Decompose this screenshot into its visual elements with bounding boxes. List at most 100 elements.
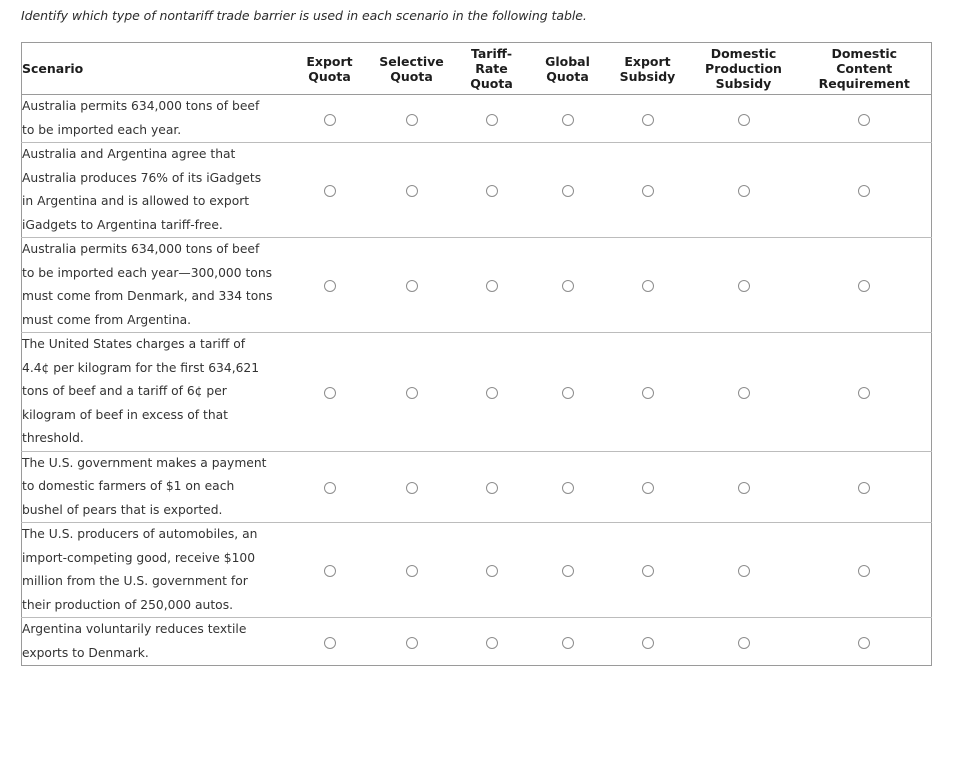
radio-button-global-quota[interactable] [561,565,574,577]
radio-button-domestic-production-subsidy[interactable] [737,386,750,399]
radio-cell-export-quota[interactable] [290,523,370,618]
radio-button-domestic-content-requirement[interactable] [858,565,871,577]
radio-button-export-quota[interactable] [323,113,336,126]
radio-button-domestic-production-subsidy[interactable] [737,280,750,292]
radio-cell-selective-quota[interactable] [370,238,454,333]
radio-cell-export-subsidy[interactable] [606,95,690,143]
radio-cell-selective-quota[interactable] [370,451,454,523]
radio-button-export-subsidy[interactable] [641,113,654,126]
radio-cell-domestic-content-requirement[interactable] [798,523,932,618]
radio-cell-export-subsidy[interactable] [606,618,690,666]
radio-cell-export-subsidy[interactable] [606,523,690,618]
radio-cell-global-quota[interactable] [530,451,606,523]
radio-button-tariff-rate-quota[interactable] [485,565,498,577]
radio-button-domestic-content-requirement[interactable] [858,185,871,197]
radio-button-global-quota[interactable] [561,113,574,126]
radio-button-selective-quota[interactable] [405,636,418,649]
radio-button-selective-quota[interactable] [405,565,418,577]
radio-cell-export-quota[interactable] [290,333,370,452]
radio-cell-tariff-rate-quota[interactable] [454,95,530,143]
radio-button-export-quota[interactable] [323,280,336,292]
radio-button-domestic-production-subsidy[interactable] [737,636,750,649]
radio-button-domestic-content-requirement[interactable] [858,280,871,292]
radio-button-tariff-rate-quota[interactable] [485,185,498,197]
radio-button-export-quota[interactable] [323,185,336,197]
radio-cell-tariff-rate-quota[interactable] [454,333,530,452]
radio-button-tariff-rate-quota[interactable] [485,113,498,126]
radio-button-tariff-rate-quota[interactable] [485,280,498,292]
radio-button-domestic-content-requirement[interactable] [858,113,871,126]
radio-button-export-subsidy[interactable] [641,185,654,197]
radio-button-export-subsidy[interactable] [641,386,654,399]
radio-button-selective-quota[interactable] [405,386,418,399]
radio-cell-export-subsidy[interactable] [606,333,690,452]
radio-button-domestic-production-subsidy[interactable] [737,113,750,126]
radio-cell-selective-quota[interactable] [370,523,454,618]
radio-button-export-subsidy[interactable] [641,481,654,494]
radio-button-tariff-rate-quota[interactable] [485,636,498,649]
radio-cell-selective-quota[interactable] [370,95,454,143]
radio-button-tariff-rate-quota[interactable] [485,386,498,399]
radio-button-export-subsidy[interactable] [641,636,654,649]
radio-cell-domestic-content-requirement[interactable] [798,451,932,523]
radio-button-domestic-production-subsidy[interactable] [737,565,750,577]
radio-button-domestic-content-requirement[interactable] [858,636,871,649]
radio-cell-export-quota[interactable] [290,451,370,523]
radio-button-selective-quota[interactable] [405,185,418,197]
radio-cell-selective-quota[interactable] [370,618,454,666]
radio-button-global-quota[interactable] [561,481,574,494]
radio-cell-selective-quota[interactable] [370,333,454,452]
radio-cell-tariff-rate-quota[interactable] [454,523,530,618]
radio-button-export-quota[interactable] [323,481,336,494]
radio-cell-domestic-content-requirement[interactable] [798,95,932,143]
radio-button-tariff-rate-quota[interactable] [485,481,498,494]
radio-cell-domestic-production-subsidy[interactable] [690,618,798,666]
radio-cell-global-quota[interactable] [530,523,606,618]
radio-button-domestic-production-subsidy[interactable] [737,481,750,494]
radio-cell-domestic-production-subsidy[interactable] [690,523,798,618]
radio-cell-domestic-production-subsidy[interactable] [690,451,798,523]
radio-button-domestic-production-subsidy[interactable] [737,185,750,197]
radio-cell-domestic-content-requirement[interactable] [798,238,932,333]
radio-button-export-subsidy[interactable] [641,565,654,577]
radio-cell-export-quota[interactable] [290,618,370,666]
radio-button-export-quota[interactable] [323,386,336,399]
radio-cell-global-quota[interactable] [530,618,606,666]
radio-button-domestic-content-requirement[interactable] [858,481,871,494]
column-header-scenario: Scenario [22,61,84,76]
radio-button-domestic-content-requirement[interactable] [858,386,871,399]
table-row: Australia and Argentina agree that Austra… [21,143,932,238]
radio-button-selective-quota[interactable] [405,481,418,494]
radio-cell-domestic-production-subsidy[interactable] [690,238,798,333]
radio-button-global-quota[interactable] [561,636,574,649]
radio-cell-domestic-content-requirement[interactable] [798,333,932,452]
radio-cell-export-quota[interactable] [290,143,370,238]
radio-cell-tariff-rate-quota[interactable] [454,143,530,238]
radio-cell-domestic-production-subsidy[interactable] [690,143,798,238]
radio-cell-domestic-content-requirement[interactable] [798,618,932,666]
radio-button-selective-quota[interactable] [405,113,418,126]
radio-cell-global-quota[interactable] [530,143,606,238]
radio-cell-tariff-rate-quota[interactable] [454,451,530,523]
radio-cell-global-quota[interactable] [530,333,606,452]
radio-cell-selective-quota[interactable] [370,143,454,238]
radio-button-export-subsidy[interactable] [641,280,654,292]
radio-cell-tariff-rate-quota[interactable] [454,618,530,666]
radio-cell-tariff-rate-quota[interactable] [454,238,530,333]
radio-cell-global-quota[interactable] [530,238,606,333]
radio-button-selective-quota[interactable] [405,280,418,292]
radio-cell-export-quota[interactable] [290,95,370,143]
radio-cell-domestic-content-requirement[interactable] [798,143,932,238]
radio-cell-export-subsidy[interactable] [606,451,690,523]
radio-cell-export-subsidy[interactable] [606,143,690,238]
radio-button-global-quota[interactable] [561,386,574,399]
radio-cell-export-quota[interactable] [290,238,370,333]
radio-cell-domestic-production-subsidy[interactable] [690,333,798,452]
radio-button-export-quota[interactable] [323,636,336,649]
radio-cell-global-quota[interactable] [530,95,606,143]
radio-button-export-quota[interactable] [323,565,336,577]
radio-cell-export-subsidy[interactable] [606,238,690,333]
radio-button-global-quota[interactable] [561,280,574,292]
radio-cell-domestic-production-subsidy[interactable] [690,95,798,143]
radio-button-global-quota[interactable] [561,185,574,197]
